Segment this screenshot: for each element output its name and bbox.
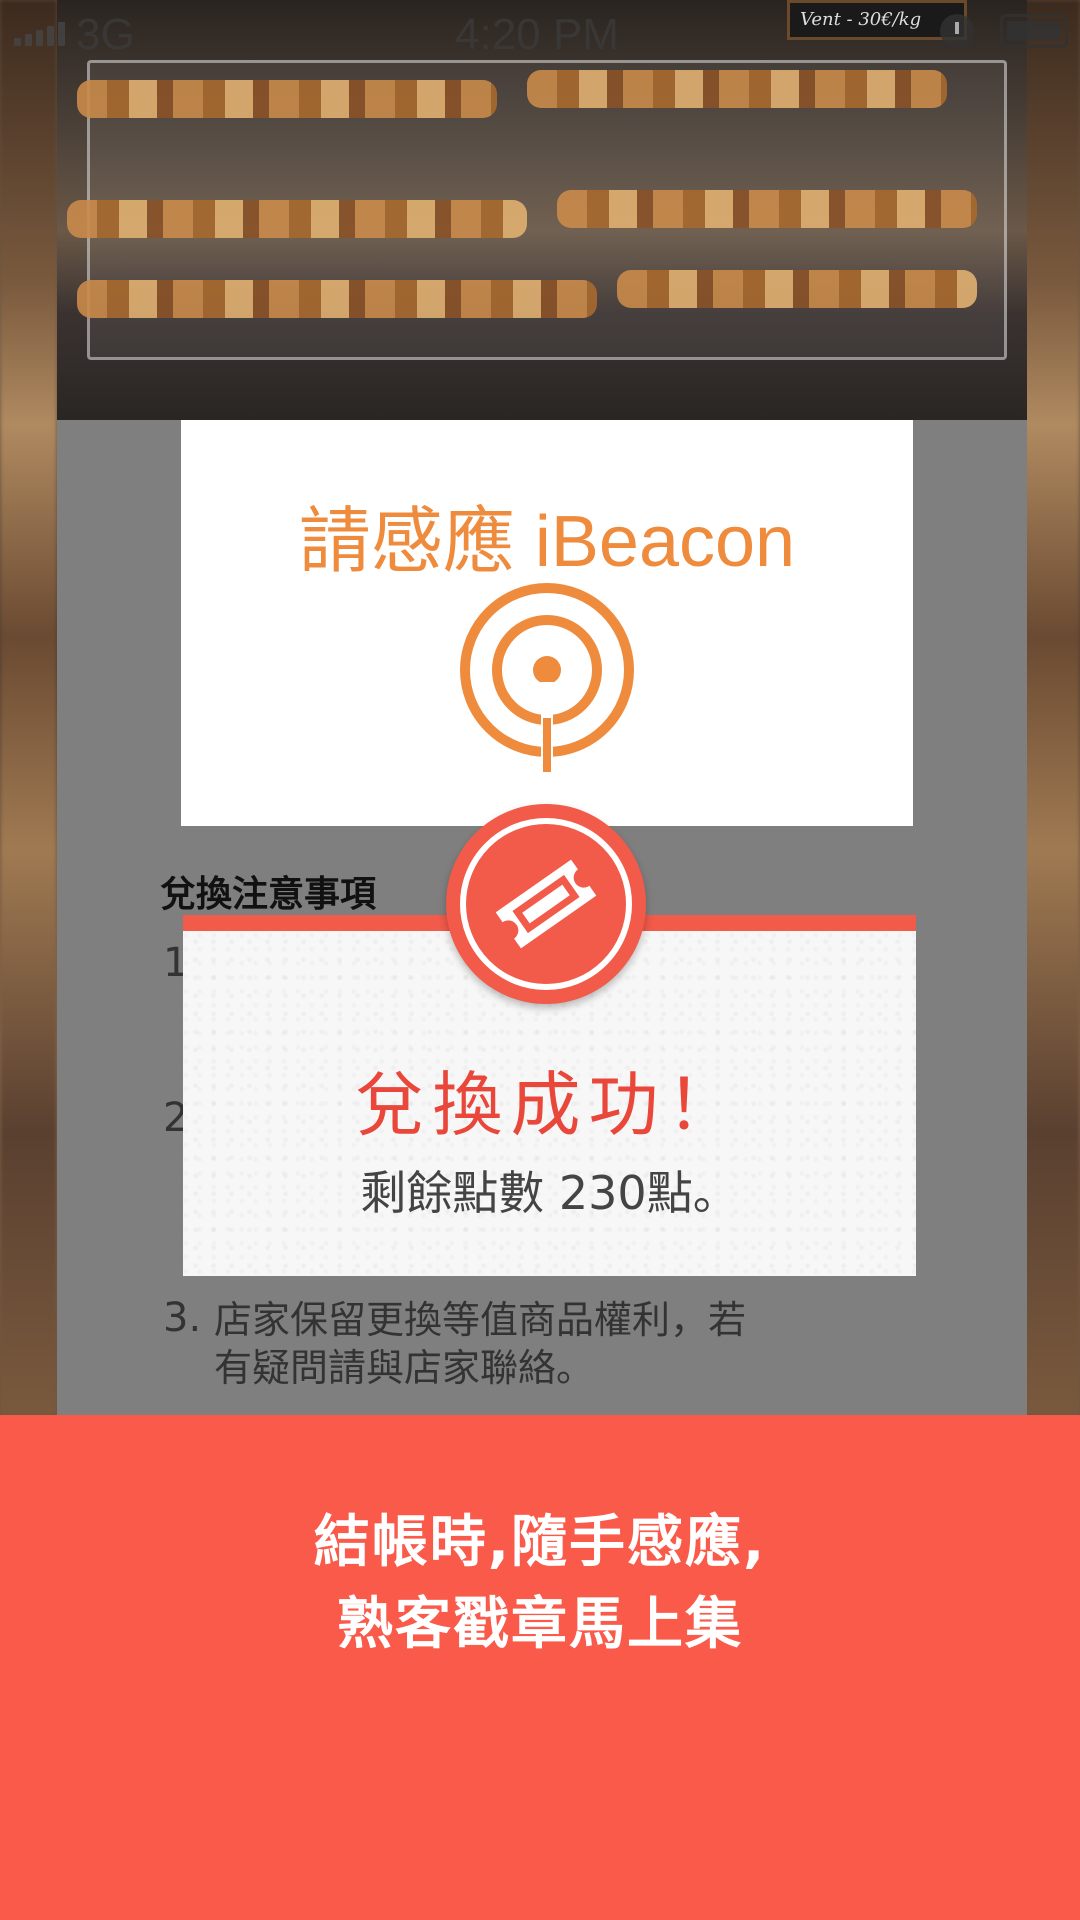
popup-title: 兌換成功！ [354,1064,745,1146]
alarm-clock-icon [940,14,974,48]
background-blur-left [0,0,57,1415]
pastry-row [67,200,527,238]
pastry-row [557,190,977,228]
beacon-title: 請感應 iBeacon [298,502,796,582]
pastry-row [617,270,977,308]
ticket-badge [446,804,646,1004]
promo-line-1: 結帳時,隨手感應, [313,1510,767,1575]
pastry-row [77,80,497,118]
background-blur-right [1023,0,1080,1415]
status-time: 4:20 PM [455,10,619,59]
note-number: 3. [163,1295,202,1341]
battery-icon [1000,14,1068,48]
notes-title: 兌換注意事項 [160,874,377,915]
promo-banner: 結帳時,隨手感應, 熟客戳章馬上集 [0,1415,1080,1920]
ticket-icon [495,859,597,949]
signal-strength-icon [14,22,65,46]
promo-line-2: 熟客戳章馬上集 [337,1592,743,1657]
popup-message: 剩餘點數 230點。 [360,1166,739,1220]
pastry-row [77,280,597,318]
beacon-card: 請感應 iBeacon [181,420,913,826]
carrier-label: 3G [76,10,135,59]
note-text: 店家保留更換等值商品權利，若有疑問請與店家聯絡。 [214,1298,747,1390]
beacon-signal-icon [460,583,634,772]
pastry-row [527,70,947,108]
status-bar: 3G 4:20 PM [0,0,1080,64]
